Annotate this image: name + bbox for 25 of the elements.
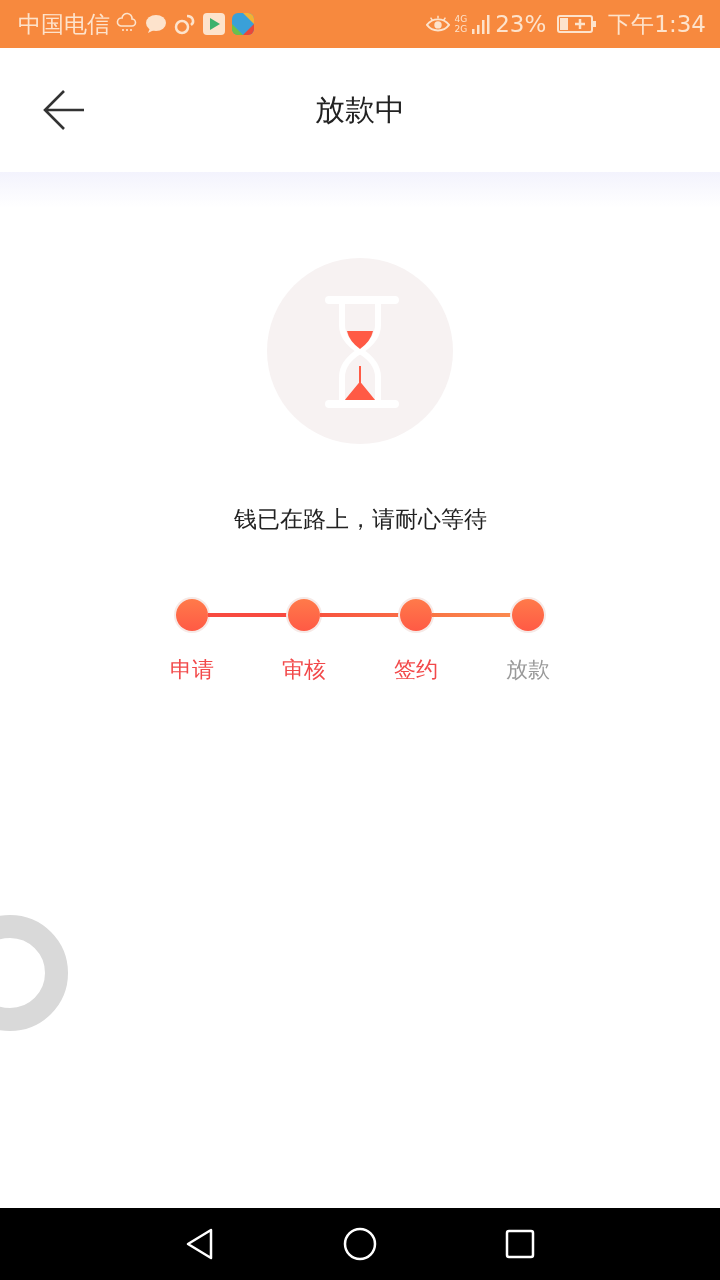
step-dot [400, 599, 432, 631]
recent-apps-icon[interactable] [503, 1227, 537, 1261]
carrier-name: 中国电信 [18, 9, 110, 39]
clock-time: 下午1:34 [608, 9, 706, 39]
step-label: 放款 [505, 656, 551, 684]
network-label: 2G [454, 24, 468, 34]
hourglass-icon [267, 258, 453, 444]
step-dot [288, 599, 320, 631]
page-title: 放款中 [315, 90, 405, 129]
home-icon[interactable] [343, 1227, 377, 1261]
chat-bubble-icon [144, 12, 168, 36]
step-dot [512, 599, 544, 631]
step-label: 审核 [281, 656, 327, 684]
back-arrow-icon [42, 88, 86, 132]
battery-charging-icon [557, 14, 598, 34]
battery-percent: 23% [495, 11, 547, 37]
step-label: 签约 [393, 656, 439, 684]
step-dot [176, 599, 208, 631]
play-app-icon [202, 12, 226, 36]
signal-icon [472, 13, 491, 35]
colorful-app-icon [231, 12, 255, 36]
step-label: 申请 [169, 656, 215, 684]
network-label: 4G [454, 14, 468, 24]
waiting-message: 钱已在路上，请耐心等待 [233, 505, 487, 534]
back-button[interactable] [42, 88, 86, 132]
